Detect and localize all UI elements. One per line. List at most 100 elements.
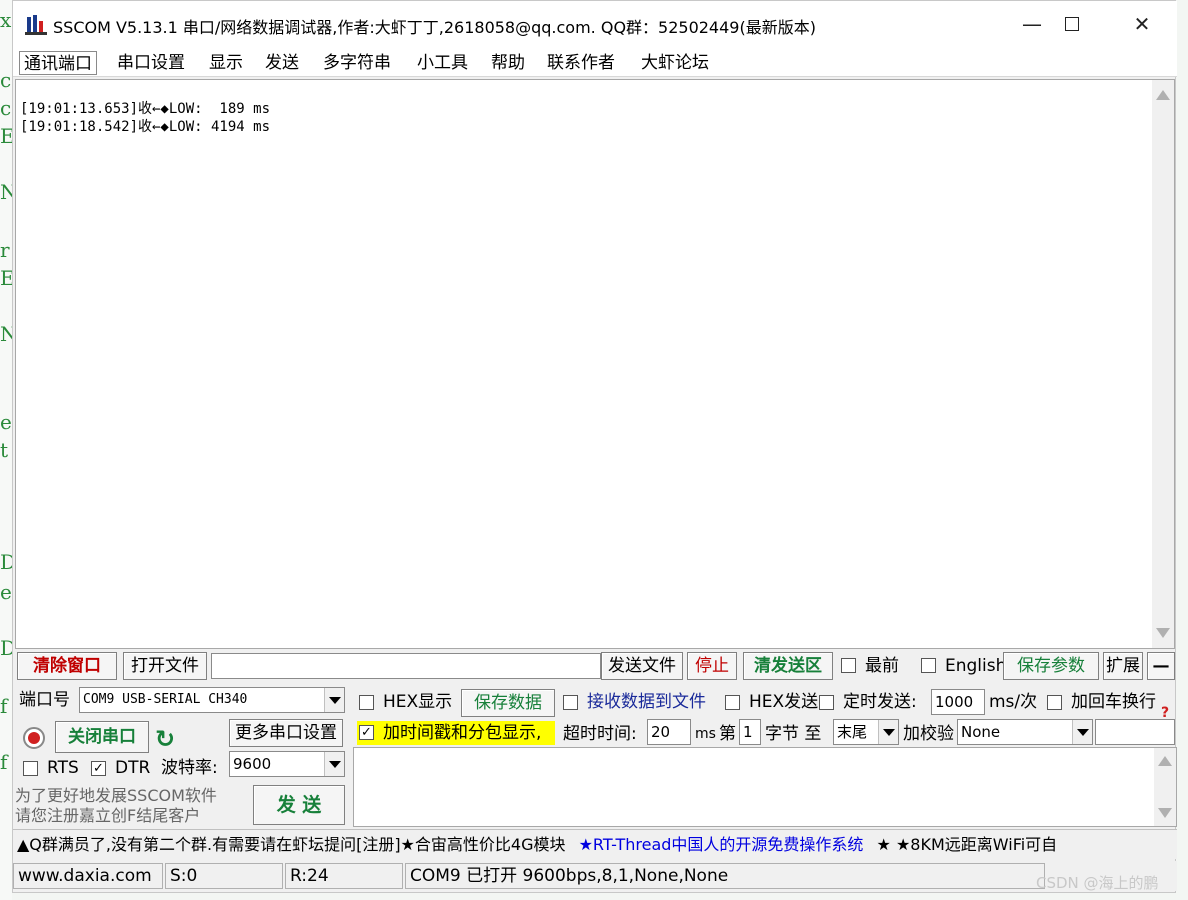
checksum-label: 加校验 (903, 724, 954, 744)
more-serial-settings-button[interactable]: 更多串口设置 (229, 719, 343, 747)
received-count: R:24 (285, 863, 403, 889)
file-path-input[interactable] (211, 653, 601, 679)
bg-char: E (0, 124, 15, 148)
checksum-output (1095, 719, 1175, 745)
recv-to-file-checkbox[interactable] (563, 695, 578, 710)
hex-display-checkbox[interactable] (359, 695, 374, 710)
refresh-icon[interactable]: ↻ (155, 725, 175, 753)
port-panel: 端口号 COM9 USB-SERIAL CH340 关闭串口 ↻ 更多串口设置 … (13, 685, 353, 827)
ticker-part-3: ★ ★8KM远距离WiFi可自 (876, 835, 1058, 854)
open-file-button[interactable]: 打开文件 (123, 652, 207, 680)
scroll-up-icon[interactable] (1158, 756, 1172, 766)
menu-help[interactable]: 帮助 (487, 51, 529, 75)
bg-char: c (0, 96, 12, 120)
menu-tools[interactable]: 小工具 (413, 51, 472, 75)
add-crlf-checkbox[interactable] (1047, 695, 1062, 710)
close-icon: ✕ (1133, 12, 1151, 36)
save-params-button[interactable]: 保存参数 (1003, 652, 1099, 680)
dtr-checkbox[interactable]: ✓ (91, 761, 106, 776)
timestamp-checkbox[interactable]: ✓ (359, 725, 374, 740)
status-bar: www.daxia.com S:0 R:24 COM9 已打开 9600bps,… (13, 861, 1177, 891)
end-value: 末尾 (837, 723, 868, 741)
receive-area[interactable]: [19:01:13.653]收←◆LOW: 189 ms [19:01:18.54… (15, 79, 1175, 649)
close-button[interactable]: ✕ (1107, 1, 1177, 47)
bg-char: c (0, 68, 12, 92)
send-button[interactable]: 发 送 (253, 785, 345, 825)
sent-count: S:0 (165, 863, 283, 889)
timestamp-option[interactable]: ✓ 加时间戳和分包显示, (357, 721, 555, 745)
rts-checkbox[interactable] (23, 761, 38, 776)
website-link[interactable]: www.daxia.com (13, 863, 163, 889)
english-label: English (945, 656, 1007, 676)
scroll-up-icon[interactable] (1156, 90, 1170, 100)
add-crlf-label: 加回车换行 (1071, 692, 1156, 712)
timed-send-checkbox[interactable] (819, 695, 834, 710)
menu-forum[interactable]: 大虾论坛 (637, 51, 713, 75)
send-file-button[interactable]: 发送文件 (601, 652, 683, 680)
bg-char: r (0, 238, 10, 262)
maximize-icon (1065, 17, 1079, 31)
bg-char: E (0, 266, 15, 290)
interval-unit: ms/次 (989, 692, 1038, 712)
baud-select[interactable]: 9600 (229, 751, 345, 777)
maximize-button[interactable] (1037, 1, 1107, 47)
hex-send-checkbox[interactable] (725, 695, 740, 710)
bg-char: e (0, 580, 12, 604)
collapse-button[interactable]: — (1147, 652, 1175, 680)
ticker-part-1: ▲Q群满员了,没有第二个群.有需要请在虾坛提问[注册]★合宙高性价比4G模块 (17, 835, 566, 854)
timeout-input[interactable]: 20 (647, 719, 691, 745)
chevron-down-icon[interactable] (324, 752, 344, 776)
bg-char: t (0, 438, 9, 462)
menu-display[interactable]: 显示 (205, 51, 247, 75)
checksum-select[interactable]: None (957, 719, 1093, 745)
scroll-down-icon[interactable] (1156, 628, 1170, 638)
news-ticker[interactable]: ▲Q群满员了,没有第二个群.有需要请在虾坛提问[注册]★合宙高性价比4G模块 ★… (13, 829, 1177, 859)
chevron-down-icon[interactable] (324, 688, 344, 712)
window-title: SSCOM V5.13.1 串口/网络数据调试器,作者:大虾丁丁,2618058… (53, 18, 816, 37)
sscom-window: SSCOM V5.13.1 串口/网络数据调试器,作者:大虾丁丁,2618058… (12, 0, 1177, 893)
checksum-value: None (961, 723, 1001, 741)
send-scrollbar[interactable] (1154, 748, 1176, 826)
bg-char: f (0, 694, 8, 718)
bg-char: x (0, 8, 12, 32)
timeout-label: 超时时间: (563, 724, 637, 744)
recv-to-file-label: 接收数据到文件 (587, 692, 706, 712)
receive-line: [19:01:13.653]收←◆LOW: 189 ms (20, 101, 271, 117)
send-input[interactable] (353, 747, 1177, 827)
receive-line: [19:01:18.542]收←◆LOW: 4194 ms (20, 119, 271, 135)
menu-send[interactable]: 发送 (261, 51, 303, 75)
byte-input[interactable]: 1 (739, 719, 761, 745)
chevron-down-icon[interactable] (878, 720, 898, 744)
bg-char: D (0, 550, 17, 574)
byte-prefix: 第 (719, 724, 736, 744)
clear-window-button[interactable]: 清除窗口 (17, 652, 117, 680)
baud-label: 波特率: (161, 758, 218, 778)
expand-button[interactable]: 扩展 (1103, 652, 1143, 680)
chevron-down-icon[interactable] (1072, 720, 1092, 744)
receive-log: [19:01:13.653]收←◆LOW: 189 ms [19:01:18.54… (20, 100, 270, 136)
timestamp-label: 加时间戳和分包显示, (383, 723, 542, 743)
bg-char: N (0, 180, 18, 204)
menu-multi-string[interactable]: 多字符串 (319, 51, 395, 75)
close-port-button[interactable]: 关闭串口 (55, 721, 149, 753)
receive-scrollbar[interactable] (1152, 80, 1174, 648)
english-checkbox[interactable] (921, 658, 936, 673)
rts-label: RTS (47, 758, 79, 778)
port-label: 端口号 (19, 690, 70, 710)
save-data-button[interactable]: 保存数据 (461, 689, 555, 717)
ticker-part-2[interactable]: ★RT-Thread中国人的开源免费操作系统 (579, 835, 864, 854)
menu-contact-author[interactable]: 联系作者 (543, 51, 619, 75)
title-bar[interactable]: SSCOM V5.13.1 串口/网络数据调试器,作者:大虾丁丁,2618058… (13, 1, 1177, 47)
menu-comm-port[interactable]: 通讯端口 (19, 51, 97, 75)
port-select[interactable]: COM9 USB-SERIAL CH340 (79, 687, 345, 713)
clear-send-button[interactable]: 清发送区 (743, 652, 833, 680)
scroll-down-icon[interactable] (1158, 808, 1172, 818)
bg-char: N (0, 322, 18, 346)
interval-input[interactable]: 1000 (931, 689, 985, 715)
topmost-checkbox[interactable] (841, 658, 856, 673)
dtr-label: DTR (115, 758, 151, 778)
watermark: CSDN @海上的鹏 (1036, 874, 1159, 892)
menu-serial-settings[interactable]: 串口设置 (113, 51, 189, 75)
end-select[interactable]: 末尾 (833, 719, 899, 745)
stop-button[interactable]: 停止 (687, 652, 737, 680)
